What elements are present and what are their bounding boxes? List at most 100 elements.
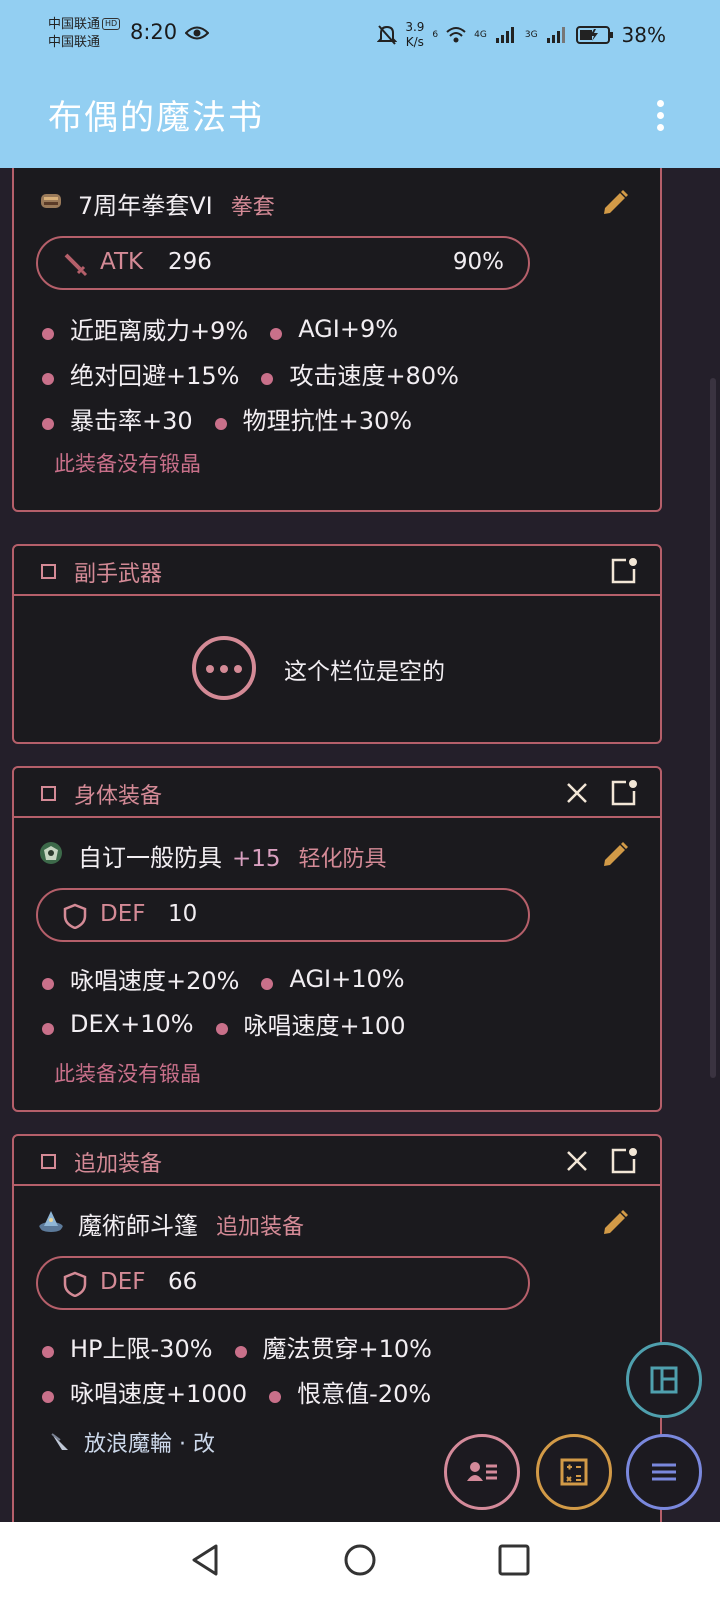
stat-label-def: DEF [100,901,146,927]
crystal-name: 放浪魔輪 · 改 [84,1432,215,1457]
slot-title-offhand: 副手武器 [74,562,163,587]
status-bar: 中国联通 HD 中国联通 8:20 3.9 K/s 6 4G 3G 38% [0,0,720,72]
menu-fab[interactable] [626,1434,702,1510]
armor-type: 轻化防具 [298,847,387,872]
effect: 恨意值-20% [297,1380,432,1408]
wifi-icon [446,27,466,43]
scrollbar[interactable] [710,378,716,1078]
armor-def-stat: DEF 10 [36,888,530,942]
calculator-icon [560,1458,588,1486]
stat-value-def: 66 [168,1269,198,1295]
additional-effects: HP上限-30% 魔法贯穿+10% 咏唱速度+1000 恨意值-20% [42,1324,642,1414]
weapon-item-row[interactable]: 7周年拳套VI 拳套 [14,168,660,230]
effect: 咏唱速度+100 [243,1012,406,1040]
shield-icon [63,903,87,929]
more-options-icon[interactable] [648,96,672,136]
crystal-row[interactable]: 放浪魔輪 · 改 [48,1426,215,1458]
weapon-effects: 近距离威力+9% AGI+9% 绝对回避+15% 攻击速度+80% 暴击率+30 物理… [42,306,642,441]
effect: 魔法贯穿+10% [262,1335,432,1363]
additional-type: 追加装备 [216,1215,305,1240]
edit-slot-icon[interactable] [608,556,638,586]
layout-icon [650,1366,678,1394]
contact-list-icon [467,1462,497,1481]
edit-additional-pencil-icon[interactable] [600,1208,630,1238]
calculator-fab[interactable] [536,1434,612,1510]
carrier-2: 中国联通 [48,35,101,50]
offhand-card: 副手武器 这个栏位是空的 [12,544,662,744]
armor-effects: 咏唱速度+20% AGI+10% DEX+10% 咏唱速度+100 [42,956,642,1046]
clock: 8:20 [130,20,178,44]
effect: 攻击速度+80% [289,362,459,390]
hat-thumbnail-icon [39,1211,63,1232]
back-icon[interactable] [186,1540,226,1580]
wifi-label: 6 [432,30,439,40]
slot-square-icon [41,1154,56,1169]
crystal-icon [51,1433,68,1450]
edit-weapon-pencil-icon[interactable] [600,188,630,218]
effect: HP上限-30% [70,1335,213,1363]
character-info-fab[interactable] [444,1434,520,1510]
additional-header: 追加装备 [14,1136,660,1186]
empty-slot-text: 这个栏位是空的 [284,659,445,685]
additional-item-row[interactable]: 魔術師斗篷 追加装备 [14,1186,660,1250]
mute-bell-icon [377,25,398,45]
effect: 咏唱速度+1000 [70,1380,248,1408]
slot-title-additional: 追加装备 [74,1152,163,1177]
effect: 暴击率+30 [70,407,193,435]
battery-percent: 38% [621,23,666,47]
empty-slot[interactable]: 这个栏位是空的 [14,596,660,742]
remove-icon[interactable] [564,1148,590,1174]
recents-icon[interactable] [494,1540,534,1580]
armor-name: 自订一般防具 +15 轻化防具 [78,844,387,872]
edit-slot-icon[interactable] [608,778,638,808]
no-crystal-text: 此装备没有锻晶 [54,1062,201,1086]
effect: DEX+10% [70,1009,194,1038]
slot-title-armor: 身体装备 [74,784,163,809]
carrier-info: 中国联通 HD 中国联通 [48,16,121,52]
network-3g-label: 3G [524,30,538,40]
armor-item-row[interactable]: 自订一般防具 +15 轻化防具 [14,818,660,882]
stat-label-def: DEF [100,1269,146,1295]
weapon-type: 拳套 [230,195,275,220]
weapon-atk-stat: ATK 296 90% [36,236,530,290]
effect: 绝对回避+15% [70,362,240,390]
status-icons: 3.9 K/s 6 4G 3G 38% [377,20,666,50]
effect: AGI+9% [298,314,399,343]
network-4g-label: 4G [474,30,487,40]
more-horizontal-icon [192,636,256,700]
shield-icon [63,1271,87,1297]
eye-icon [185,26,209,40]
weapon-card: 7周年拳套VI 拳套 ATK 296 90% 近距离威力+9% AGI+9% 绝对回… [12,168,662,512]
stat-percent: 90% [452,249,504,275]
no-crystal-text: 此装备没有锻晶 [54,452,201,476]
effect: 近距离威力+9% [70,317,249,345]
edit-armor-pencil-icon[interactable] [600,840,630,870]
layout-fab[interactable] [626,1342,702,1418]
slot-square-icon [41,564,56,579]
armor-thumbnail-icon [40,842,62,864]
effect: 物理抗性+30% [242,407,413,435]
stat-value-def: 10 [168,901,198,927]
remove-icon[interactable] [564,780,590,806]
home-icon[interactable] [340,1540,380,1580]
hd-badge: HD [102,18,121,30]
offhand-header: 副手武器 [14,546,660,596]
additional-name: 魔術師斗篷 追加装备 [78,1212,305,1240]
additional-def-stat: DEF 66 [36,1256,530,1310]
effect: AGI+10% [289,964,405,993]
stat-value-atk: 296 [168,249,212,275]
edit-slot-icon[interactable] [608,1146,638,1176]
stat-label-atk: ATK [100,249,144,275]
signal-icon-2 [546,27,565,43]
system-nav-bar [0,1522,720,1600]
equipment-list[interactable]: 7周年拳套VI 拳套 ATK 296 90% 近距离威力+9% AGI+9% 绝对回… [0,168,720,1522]
effect: 咏唱速度+20% [70,967,240,995]
carrier-1: 中国联通 [48,17,101,32]
app-title: 布偶的魔法书 [48,98,264,138]
weapon-name: 7周年拳套VI 拳套 [78,192,275,220]
armor-header: 身体装备 [14,768,660,818]
armor-card: 身体装备 自订一般防具 +15 轻化防具 DEF 10 咏唱速度+20% AGI… [12,766,662,1112]
slot-square-icon [41,786,56,801]
armor-refine: +15 [232,846,281,872]
app-bar: 布偶的魔法书 [0,72,720,168]
